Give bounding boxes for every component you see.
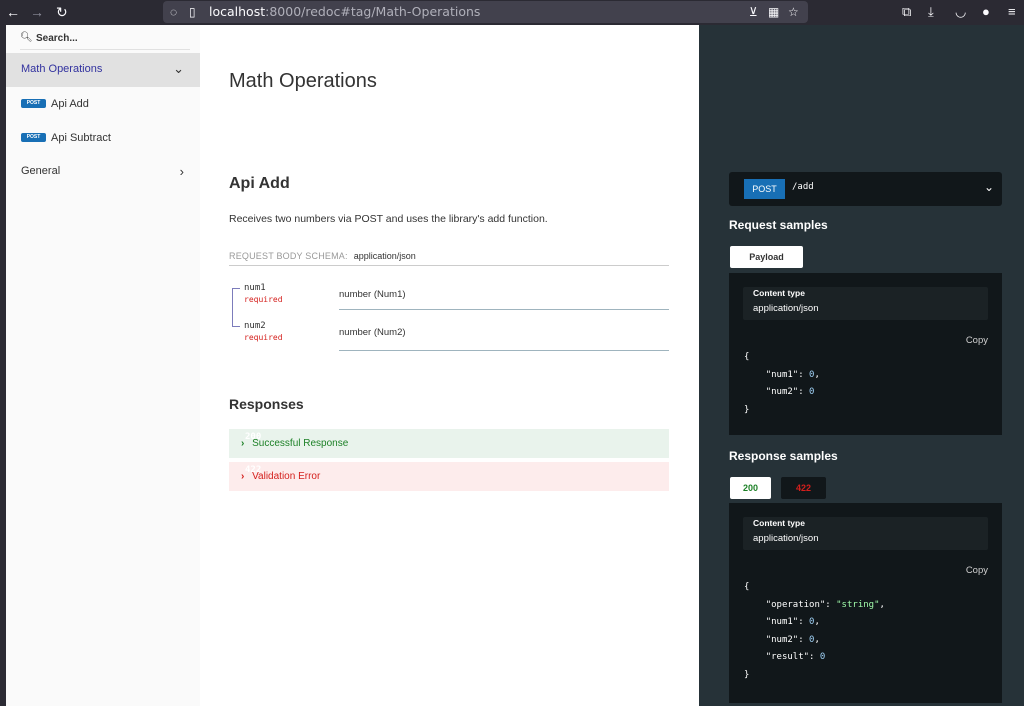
request-samples-title: Request samples — [729, 218, 828, 232]
search-icon: 🔍︎ — [20, 32, 33, 43]
field-required: required — [244, 333, 283, 342]
api-content: Math Operations Api Add Receives two num… — [200, 25, 699, 706]
tab-response-422[interactable]: 422 — [781, 477, 826, 499]
field-name: num1 — [244, 283, 266, 293]
browser-toolbar: ← → ↻ ◌ ▯ localhost:8000/redoc#tag/Math-… — [0, 0, 1024, 25]
extensions-icon[interactable]: ⧉ — [902, 4, 911, 20]
sidebar-item-math-operations[interactable]: Math Operations ⌄ — [6, 53, 200, 87]
pocket-icon[interactable]: ◡ — [955, 4, 966, 20]
search-box[interactable]: 🔍︎ Search... — [20, 32, 190, 50]
schema-field-num2: num2 required number (Num2) — [229, 318, 669, 356]
response-422-button[interactable]: › 422 Validation Error — [229, 462, 669, 491]
reload-icon[interactable]: ↻ — [56, 3, 68, 21]
group-title: Math Operations — [229, 70, 377, 92]
copy-button[interactable]: Copy — [966, 565, 988, 576]
endpoint-toggle[interactable]: POST /add ⌄ — [729, 172, 1002, 206]
field-type: number (Num2) — [339, 327, 406, 338]
downloads-icon[interactable]: ⤓ — [928, 4, 934, 20]
operation-title[interactable]: Api Add — [229, 175, 290, 193]
bookmark-star-icon[interactable]: ☆ — [788, 4, 799, 20]
field-required: required — [244, 295, 283, 304]
extension-icon[interactable]: ▦ — [768, 4, 779, 20]
chevron-right-icon: › — [241, 471, 245, 482]
url-text[interactable]: localhost:8000/redoc#tag/Math-Operations — [209, 4, 480, 20]
sidebar-item-api-subtract[interactable]: POST Api Subtract — [6, 121, 200, 155]
post-badge: POST — [21, 99, 46, 108]
response-200-button[interactable]: › 200 Successful Response — [229, 429, 669, 458]
response-samples-title: Response samples — [729, 449, 838, 463]
field-name: num2 — [244, 321, 266, 331]
sidebar-item-general[interactable]: General › — [6, 155, 200, 189]
chevron-down-icon: ⌄ — [983, 180, 994, 194]
method-badge: POST — [744, 179, 785, 199]
sidebar-item-api-add[interactable]: POST Api Add — [6, 87, 200, 121]
request-sample-box: Content type application/json Copy { "nu… — [729, 273, 1002, 435]
sidebar: 🔍︎ Search... Math Operations ⌄ POST Api … — [0, 25, 200, 706]
menu-icon[interactable]: ≡ — [1008, 4, 1016, 20]
post-badge: POST — [21, 133, 46, 142]
request-body-schema-header: REQUEST BODY SCHEMA: application/json — [229, 251, 669, 266]
responses-title: Responses — [229, 396, 304, 412]
endpoint-path: /add — [792, 182, 814, 192]
content-type-dropdown[interactable]: Content type application/json — [743, 517, 988, 550]
address-bar[interactable]: ◌ ▯ localhost:8000/redoc#tag/Math-Operat… — [163, 1, 808, 23]
page-icon[interactable]: ▯ — [189, 4, 196, 20]
back-icon[interactable]: ← — [6, 3, 20, 21]
chevron-down-icon: ⌄ — [173, 61, 184, 76]
chevron-right-icon: › — [241, 438, 245, 449]
shield-icon[interactable]: ◌ — [170, 4, 177, 20]
tab-response-200[interactable]: 200 — [730, 477, 771, 499]
copy-button[interactable]: Copy — [966, 335, 988, 346]
forward-icon[interactable]: → — [30, 3, 44, 21]
response-json: { "operation": "string", "num1": 0, "num… — [744, 582, 885, 680]
response-sample-box: Content type application/json Copy { "op… — [729, 503, 1002, 703]
account-icon[interactable]: ● — [982, 4, 990, 20]
search-input[interactable]: Search... — [36, 33, 78, 44]
tab-payload[interactable]: Payload — [730, 246, 803, 268]
schema-field-num1: num1 required number (Num1) — [229, 280, 669, 318]
reader-icon[interactable]: ⊻ — [749, 4, 758, 20]
content-type-dropdown[interactable]: Content type application/json — [743, 287, 988, 320]
request-json: { "num1": 0, "num2": 0 } — [744, 352, 820, 415]
field-type: number (Num1) — [339, 289, 406, 300]
samples-panel: POST /add ⌄ Request samples Payload Cont… — [699, 25, 1024, 706]
chevron-right-icon: › — [179, 164, 184, 179]
operation-description: Receives two numbers via POST and uses t… — [229, 213, 548, 225]
